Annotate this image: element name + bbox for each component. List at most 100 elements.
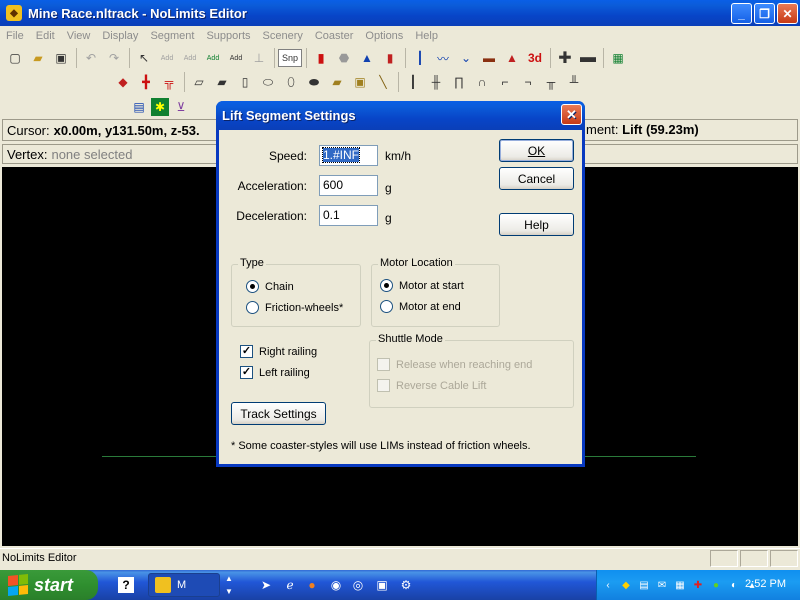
straight-track-icon[interactable]: ▱: [188, 71, 210, 93]
speed-input[interactable]: 1.#INF: [319, 145, 378, 166]
new-file-icon[interactable]: ▢: [4, 47, 26, 69]
minimize-button[interactable]: _: [731, 3, 752, 24]
right-railing-checkbox[interactable]: ✓ Right railing: [240, 345, 317, 358]
table-icon[interactable]: ▤: [128, 96, 150, 118]
menu-file[interactable]: File: [0, 30, 30, 42]
system-tray: ‹ ◆ ▤ ✉ ▦ ✚ ● ◐ ▴ 2:52 PM: [596, 570, 800, 600]
taskbar-nolimits-button[interactable]: M: [148, 573, 220, 597]
cancel-button[interactable]: Cancel: [499, 167, 574, 190]
ok-button[interactable]: OK: [499, 139, 574, 162]
snap-toggle[interactable]: Snp: [278, 49, 302, 67]
taskbar-scroll-arrows[interactable]: ▲ ▼: [222, 572, 236, 598]
menu-view[interactable]: View: [61, 30, 97, 42]
bank-icon[interactable]: ⌄: [455, 47, 477, 69]
coaster-train-icon[interactable]: ▬: [478, 47, 500, 69]
volume-icon[interactable]: ◐: [727, 578, 741, 592]
barrel-icon[interactable]: ⬯: [280, 71, 302, 93]
zoom-in-icon[interactable]: ✚: [554, 47, 576, 69]
add-support-icon[interactable]: Add: [202, 47, 224, 69]
windows-flag-icon: [8, 573, 28, 597]
tray-icon-1[interactable]: ◆: [619, 578, 633, 592]
acceleration-input[interactable]: 600: [319, 175, 378, 196]
traffic-light-icon[interactable]: ▮: [310, 47, 332, 69]
add-segment-icon[interactable]: Add: [156, 47, 178, 69]
arch-icon[interactable]: ∏: [448, 71, 470, 93]
crane2-icon[interactable]: ¬: [517, 71, 539, 93]
arch2-icon[interactable]: ∩: [471, 71, 493, 93]
clock[interactable]: 2:52 PM: [745, 578, 786, 590]
redo-icon[interactable]: ↷: [103, 47, 125, 69]
beam-icon[interactable]: ╲: [372, 71, 394, 93]
tray-icon-3[interactable]: ✉: [655, 578, 669, 592]
track-settings-button[interactable]: Track Settings: [231, 402, 326, 425]
bridge2-icon[interactable]: ╨: [563, 71, 585, 93]
menu-edit[interactable]: Edit: [30, 30, 61, 42]
close-button[interactable]: ✕: [777, 3, 798, 24]
type-friction-radio[interactable]: Friction-wheels*: [246, 301, 343, 314]
firefox-icon[interactable]: ●: [302, 575, 322, 595]
motor-start-radio[interactable]: Motor at start: [380, 279, 464, 292]
menu-segment[interactable]: Segment: [144, 30, 200, 42]
post-icon[interactable]: ┃: [402, 71, 424, 93]
add-footer-icon[interactable]: Add: [225, 47, 247, 69]
tray-icon-2[interactable]: ▤: [637, 578, 651, 592]
plank-icon[interactable]: ▰: [326, 71, 348, 93]
help-button[interactable]: Help: [499, 213, 574, 236]
split-icon[interactable]: ╋: [135, 71, 157, 93]
menu-supports[interactable]: Supports: [200, 30, 256, 42]
stop-sign-icon[interactable]: ⬣: [333, 47, 355, 69]
select-pointer-icon[interactable]: ↖: [133, 47, 155, 69]
cylinder2-icon[interactable]: ⬭: [257, 71, 279, 93]
join-icon[interactable]: ╦: [158, 71, 180, 93]
ie-icon[interactable]: ℯ: [280, 575, 300, 595]
start-button[interactable]: start: [0, 570, 98, 600]
motor-end-radio[interactable]: Motor at end: [380, 300, 461, 313]
menu-coaster[interactable]: Coaster: [309, 30, 360, 42]
status-text: NoLimits Editor: [2, 552, 77, 564]
quicklaunch-icon-1[interactable]: ➤: [256, 575, 276, 595]
quicklaunch-icon-6[interactable]: ▣: [372, 575, 392, 595]
box-icon[interactable]: ▣: [349, 71, 371, 93]
wave-icon[interactable]: 〰: [432, 47, 454, 69]
quicklaunch-icon-4[interactable]: ◉: [326, 575, 346, 595]
station-icon[interactable]: ▮: [379, 47, 401, 69]
cursor-label: Cursor:: [7, 122, 50, 138]
disc-icon[interactable]: ⬬: [303, 71, 325, 93]
restore-button[interactable]: ❐: [754, 3, 775, 24]
save-icon[interactable]: ▣: [50, 47, 72, 69]
network-icon[interactable]: ▦: [673, 578, 687, 592]
green-star-icon[interactable]: ✱: [151, 98, 169, 116]
menu-help[interactable]: Help: [409, 30, 444, 42]
toolbar-separator: [274, 48, 275, 68]
add-vertex-icon[interactable]: Add: [179, 47, 201, 69]
quicklaunch-icon-5[interactable]: ◎: [348, 575, 368, 595]
bridge-icon[interactable]: ╥: [540, 71, 562, 93]
deceleration-input[interactable]: 0.1: [319, 205, 378, 226]
tower-icon[interactable]: ╫: [425, 71, 447, 93]
quicklaunch-icon-7[interactable]: ⚙: [396, 575, 416, 595]
menu-options[interactable]: Options: [359, 30, 409, 42]
tray-icon-6[interactable]: ●: [709, 578, 723, 592]
type-chain-radio[interactable]: Chain: [246, 280, 294, 293]
warning-icon[interactable]: ▲: [356, 47, 378, 69]
tray-expand-icon[interactable]: ‹: [601, 578, 615, 592]
open-folder-icon[interactable]: ▰: [27, 47, 49, 69]
eraser-icon[interactable]: ◆: [112, 71, 134, 93]
help-quicklaunch-icon[interactable]: ?: [118, 577, 134, 593]
undo-icon[interactable]: ↶: [80, 47, 102, 69]
view-3d-icon[interactable]: 3d: [524, 47, 546, 69]
zoom-out-icon[interactable]: ▬: [577, 47, 599, 69]
menu-display[interactable]: Display: [96, 30, 144, 42]
menu-scenery[interactable]: Scenery: [257, 30, 309, 42]
ground-icon[interactable]: ⊥: [248, 47, 270, 69]
cylinder-icon[interactable]: ▯: [234, 71, 256, 93]
coaster-fire-icon[interactable]: ▲: [501, 47, 523, 69]
left-railing-checkbox[interactable]: ✓ Left railing: [240, 366, 310, 379]
curve-track-icon[interactable]: ▰: [211, 71, 233, 93]
tray-icon-5[interactable]: ✚: [691, 578, 705, 592]
balance-icon[interactable]: ⊻: [170, 96, 192, 118]
track-view-icon[interactable]: ┃: [409, 47, 431, 69]
dialog-close-button[interactable]: ✕: [561, 104, 582, 125]
grid-icon[interactable]: ▦: [607, 47, 629, 69]
crane-icon[interactable]: ⌐: [494, 71, 516, 93]
